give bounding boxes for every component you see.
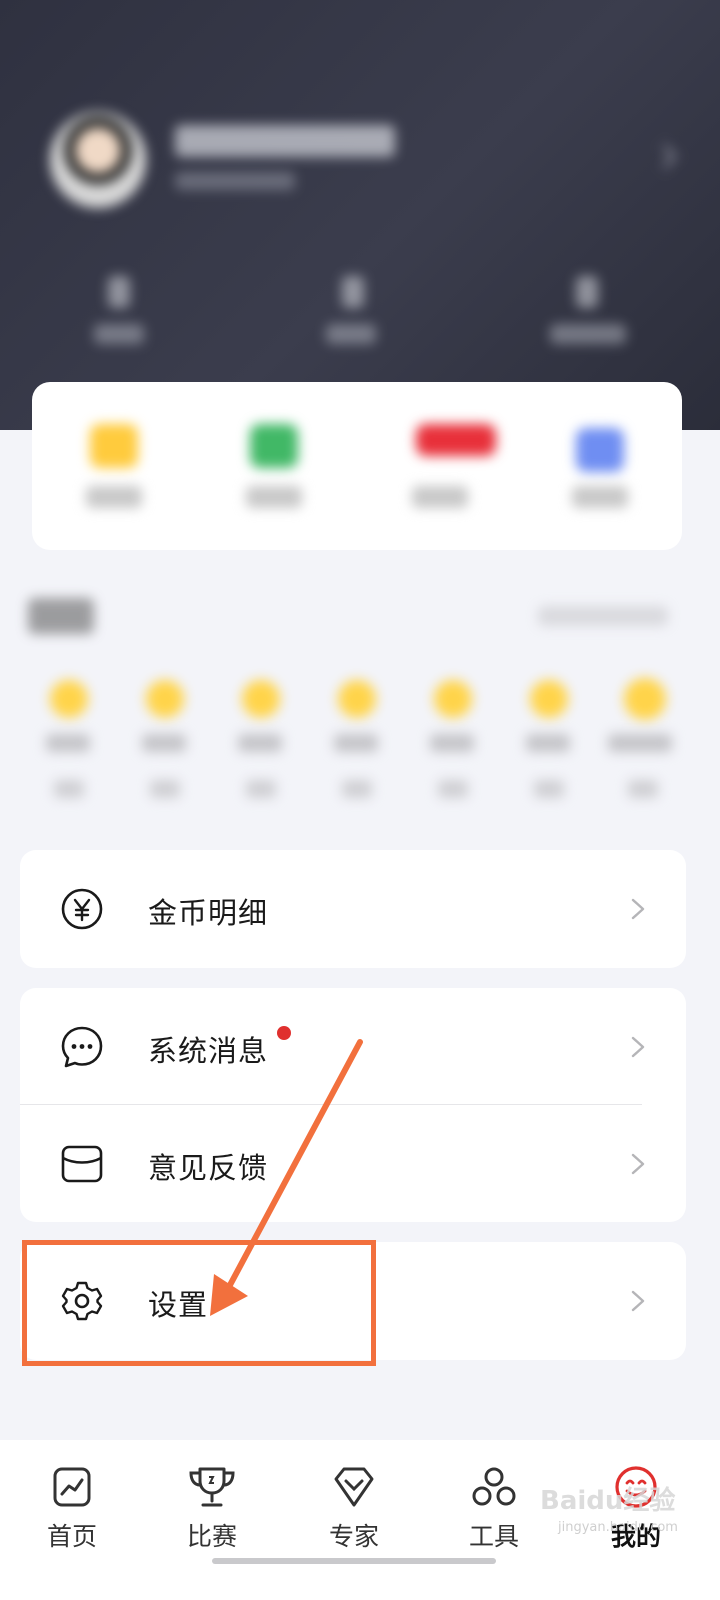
signin-rules-link[interactable] xyxy=(538,606,668,626)
chat-bubble-icon xyxy=(61,1026,103,1068)
quick-action-label xyxy=(246,486,302,508)
coin-detail-label: 金币明细 xyxy=(148,896,269,930)
coin-icon xyxy=(434,680,472,718)
quick-action-icon[interactable] xyxy=(416,424,496,456)
signin-section-title xyxy=(28,598,94,634)
stat-icon xyxy=(342,276,364,308)
tab-experts[interactable]: 专家 xyxy=(294,1465,414,1565)
tab-matches[interactable]: 比赛 xyxy=(152,1465,272,1565)
day-label xyxy=(246,780,276,798)
coin-icon xyxy=(530,680,568,718)
settings-highlight-box xyxy=(22,1240,376,1366)
quick-action-label xyxy=(412,486,468,508)
baidu-watermark: Baidu经验 xyxy=(540,1486,676,1516)
quick-actions-card xyxy=(32,382,682,550)
stat-icon xyxy=(108,276,130,308)
day-label xyxy=(628,780,658,798)
tab-tools[interactable]: 工具 xyxy=(434,1465,554,1565)
home-chart-icon xyxy=(53,1467,91,1507)
coin-label xyxy=(46,734,90,752)
coin-label xyxy=(430,734,474,752)
day-label xyxy=(150,780,180,798)
system-messages-row[interactable]: 系统消息 xyxy=(20,988,686,1106)
envelope-icon xyxy=(61,1145,103,1183)
user-name-blurred xyxy=(175,125,395,157)
profile-header xyxy=(0,0,720,430)
tab-home-label: 首页 xyxy=(46,1522,97,1551)
coin-detail-card: 金币明细 xyxy=(20,850,686,968)
coin-icon xyxy=(338,680,376,718)
yuan-coin-icon xyxy=(61,888,103,930)
coin-detail-row[interactable]: 金币明细 xyxy=(20,850,686,968)
tools-icon xyxy=(472,1467,516,1506)
baidu-watermark-url: jingyan.baidu.com xyxy=(558,1520,678,1535)
tab-tools-label: 工具 xyxy=(468,1522,519,1551)
coin-label xyxy=(238,734,282,752)
trophy-icon xyxy=(189,1467,235,1507)
quick-action-icon[interactable] xyxy=(90,424,138,468)
tab-home[interactable]: 首页 xyxy=(12,1465,132,1565)
day-label xyxy=(438,780,468,798)
user-subtitle-blurred xyxy=(175,172,295,190)
day-label xyxy=(54,780,84,798)
quick-action-label xyxy=(572,486,628,508)
home-indicator[interactable] xyxy=(212,1558,496,1564)
quick-action-label xyxy=(86,486,142,508)
day-label xyxy=(534,780,564,798)
chevron-right-icon xyxy=(631,1153,645,1175)
notification-dot xyxy=(277,1026,291,1040)
messages-feedback-card: 系统消息 意见反馈 xyxy=(20,988,686,1222)
profile-chevron-icon[interactable] xyxy=(652,144,677,169)
stat-label[interactable] xyxy=(326,324,376,344)
coin-label xyxy=(334,734,378,752)
chevron-right-icon xyxy=(631,1290,645,1312)
day-label xyxy=(342,780,372,798)
quick-action-icon[interactable] xyxy=(576,428,624,472)
coin-icon xyxy=(242,680,280,718)
system-messages-label: 系统消息 xyxy=(148,1034,269,1068)
coin-icon xyxy=(624,678,666,720)
diamond-icon xyxy=(334,1467,374,1507)
feedback-label: 意见反馈 xyxy=(148,1151,269,1185)
chevron-right-icon xyxy=(631,898,645,920)
quick-action-icon[interactable] xyxy=(250,424,298,468)
coin-label xyxy=(526,734,570,752)
stat-label[interactable] xyxy=(94,324,144,344)
tab-experts-label: 专家 xyxy=(328,1522,379,1551)
avatar[interactable] xyxy=(50,112,146,208)
stat-label[interactable] xyxy=(550,324,626,344)
tab-matches-label: 比赛 xyxy=(186,1522,237,1551)
coin-icon xyxy=(146,680,184,718)
coin-icon xyxy=(50,680,88,718)
coin-label xyxy=(608,734,672,752)
chevron-right-icon xyxy=(631,1036,645,1058)
coin-label xyxy=(142,734,186,752)
stat-icon xyxy=(576,276,598,308)
feedback-row[interactable]: 意见反馈 xyxy=(20,1105,686,1223)
